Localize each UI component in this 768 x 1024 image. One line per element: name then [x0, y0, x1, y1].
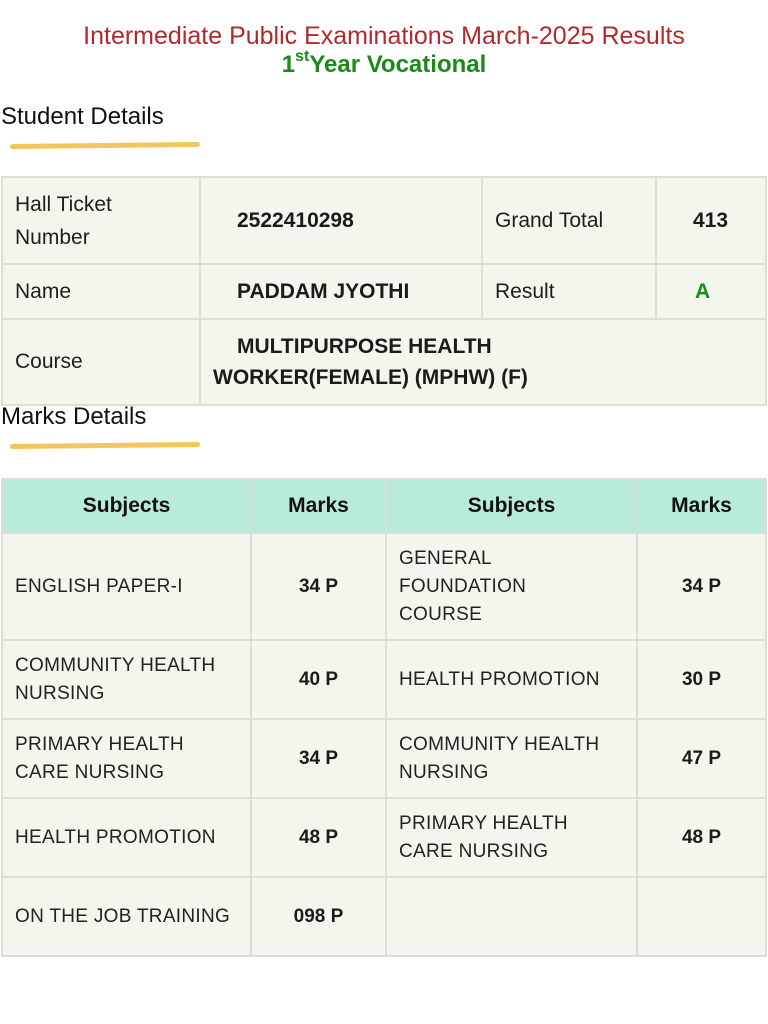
- subject-cell: HEALTH PROMOTION: [1, 797, 252, 878]
- marks-cell: 47 P: [636, 718, 767, 799]
- subject-cell: GENERAL FOUNDATION COURSE: [385, 532, 638, 641]
- marks-cell: [636, 876, 767, 957]
- marks-cell: 098 P: [250, 876, 387, 957]
- subject-cell: HEALTH PROMOTION: [385, 639, 638, 720]
- student-details-heading: Student Details: [1, 103, 164, 130]
- table-row: ENGLISH PAPER-I 34 P GENERAL FOUNDATION …: [1, 532, 767, 641]
- name-label: Name: [1, 263, 201, 320]
- marks-cell: 34 P: [636, 532, 767, 641]
- marks-table: Subjects Marks Subjects Marks ENGLISH PA…: [1, 478, 767, 957]
- exam-title: Intermediate Public Examinations March-2…: [83, 22, 685, 50]
- student-details-underline: [10, 142, 200, 149]
- marks-cell: 40 P: [250, 639, 387, 720]
- page-header: Intermediate Public Examinations March-2…: [0, 0, 768, 79]
- subject-cell: [385, 876, 638, 957]
- year-subtitle: 1stYear Vocational: [0, 48, 768, 79]
- year-suffix: st: [295, 48, 310, 65]
- marks-cell: 30 P: [636, 639, 767, 720]
- table-row: COMMUNITY HEALTH NURSING 40 P HEALTH PRO…: [1, 639, 767, 720]
- marks-cell: 34 P: [250, 718, 387, 799]
- table-row: ON THE JOB TRAINING 098 P: [1, 876, 767, 957]
- marks-cell: 48 P: [636, 797, 767, 878]
- hall-ticket-label: Hall Ticket Number: [1, 176, 201, 265]
- subject-cell: ON THE JOB TRAINING: [1, 876, 252, 957]
- marks-details-heading: Marks Details: [1, 403, 147, 430]
- details-row-hall-ticket: Hall Ticket Number 2522410298 Grand Tota…: [1, 176, 767, 265]
- name-value: PADDAM JYOTHI: [199, 263, 483, 320]
- subject-cell: COMMUNITY HEALTH NURSING: [1, 639, 252, 720]
- column-header-marks-left: Marks: [250, 478, 387, 534]
- grand-total-label: Grand Total: [481, 176, 657, 265]
- column-header-subjects-right: Subjects: [385, 478, 638, 534]
- marks-cell: 48 P: [250, 797, 387, 878]
- subject-cell: PRIMARY HEALTH CARE NURSING: [1, 718, 252, 799]
- details-row-name: Name PADDAM JYOTHI Result A: [1, 263, 767, 320]
- table-row: HEALTH PROMOTION 48 P PRIMARY HEALTH CAR…: [1, 797, 767, 878]
- marks-cell: 34 P: [250, 532, 387, 641]
- table-row: PRIMARY HEALTH CARE NURSING 34 P COMMUNI…: [1, 718, 767, 799]
- subject-cell: PRIMARY HEALTH CARE NURSING: [385, 797, 638, 878]
- column-header-subjects-left: Subjects: [1, 478, 252, 534]
- marks-header-row: Subjects Marks Subjects Marks: [1, 478, 767, 534]
- year-ordinal: 1: [281, 51, 296, 78]
- column-header-marks-right: Marks: [636, 478, 767, 534]
- result-label: Result: [481, 263, 657, 320]
- hall-ticket-value: 2522410298: [199, 176, 483, 265]
- details-row-course: Course MULTIPURPOSE HEALTH WORKER(FEMALE…: [1, 318, 767, 406]
- subject-cell: ENGLISH PAPER-I: [1, 532, 252, 641]
- grand-total-value: 413: [655, 176, 767, 265]
- course-value: MULTIPURPOSE HEALTH WORKER(FEMALE) (MPHW…: [199, 318, 767, 406]
- result-value: A: [655, 263, 767, 320]
- year-label: Year Vocational: [309, 51, 487, 78]
- course-label: Course: [1, 318, 201, 406]
- subject-cell: COMMUNITY HEALTH NURSING: [385, 718, 638, 799]
- student-details-table: Hall Ticket Number 2522410298 Grand Tota…: [1, 176, 767, 406]
- marks-details-underline: [10, 442, 200, 449]
